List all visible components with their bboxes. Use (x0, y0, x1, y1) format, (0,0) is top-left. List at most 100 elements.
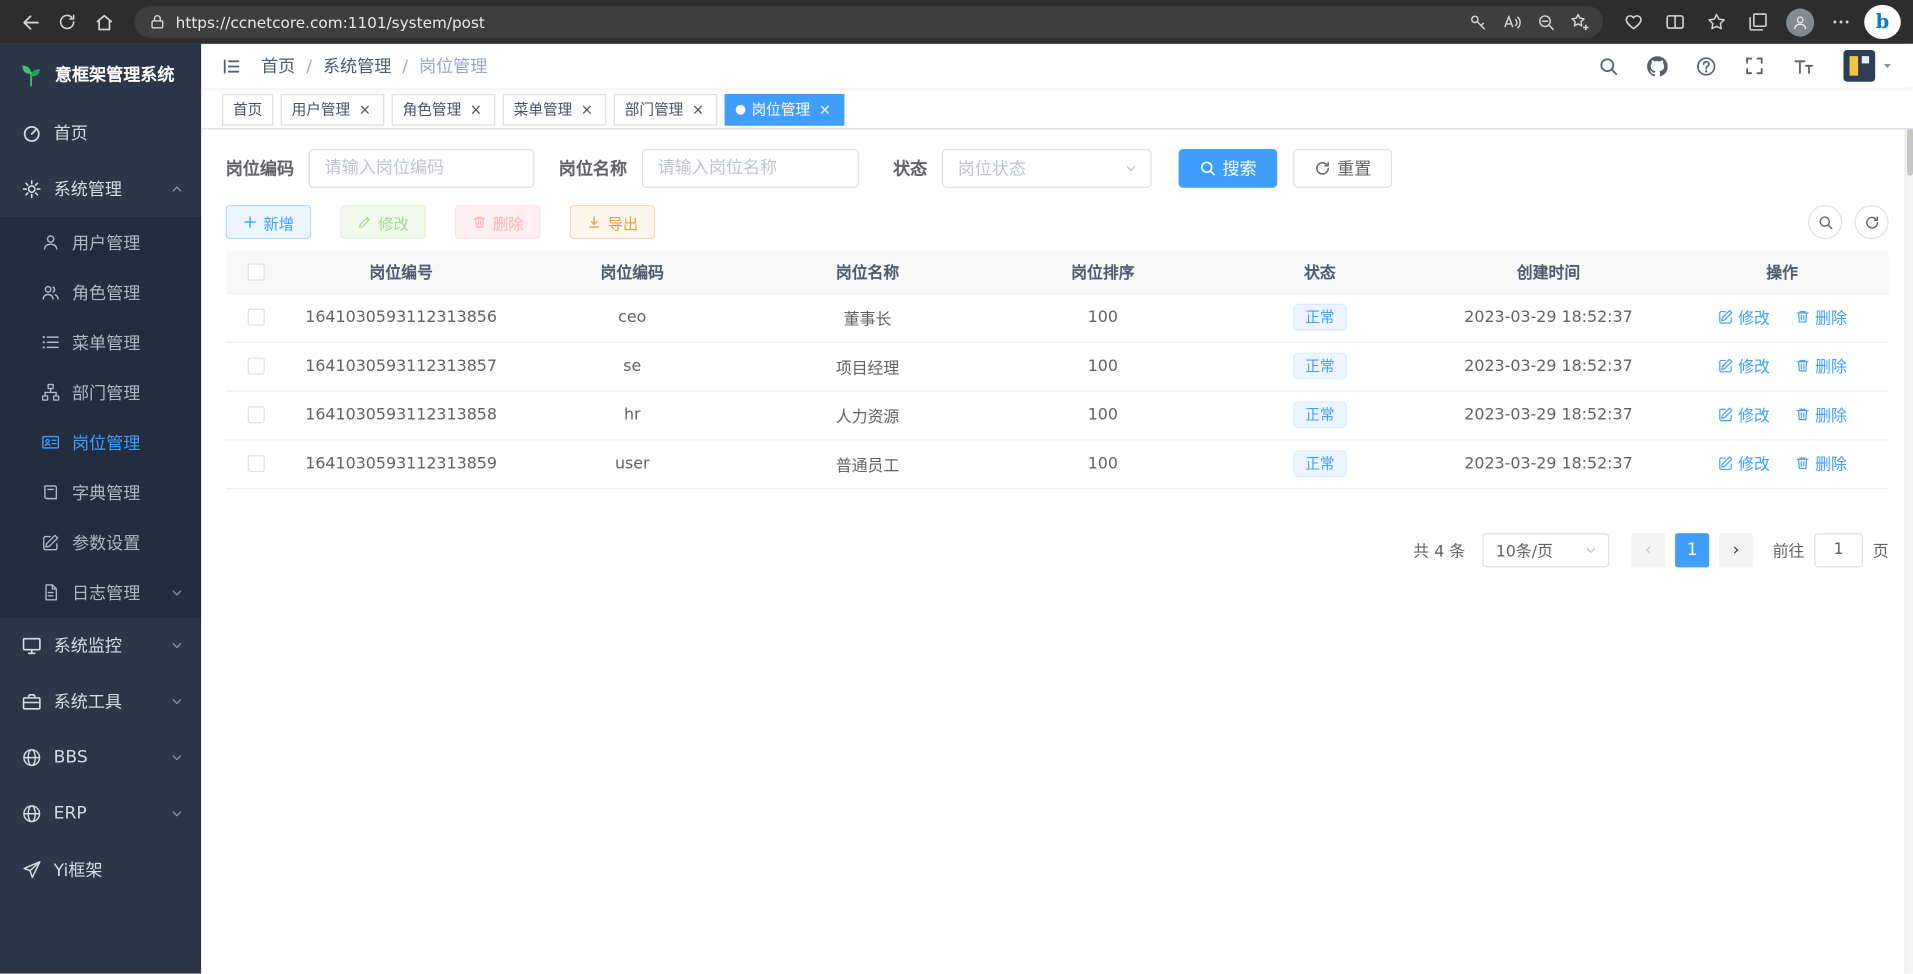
row-checkbox[interactable] (247, 309, 264, 326)
row-checkbox[interactable] (247, 406, 264, 423)
page-size-select[interactable]: 10条/页 (1482, 533, 1609, 567)
row-checkbox[interactable] (247, 455, 264, 472)
help-icon[interactable] (1692, 52, 1719, 79)
sidebar-item-log-management[interactable]: 日志管理 (0, 567, 201, 617)
browser-essentials-icon[interactable] (1615, 5, 1652, 39)
sidebar-item-home[interactable]: 首页 (0, 105, 201, 161)
chevron-down-icon (170, 694, 185, 709)
sidebar-item-user-management[interactable]: 用户管理 (0, 217, 201, 267)
cell-actions: 修改 删除 (1676, 439, 1889, 488)
copilot-icon[interactable]: b (1864, 5, 1901, 39)
profile-avatar[interactable] (1781, 5, 1818, 39)
password-key-icon[interactable] (1462, 7, 1494, 36)
sidebar-item-post-management[interactable]: 岗位管理 (0, 417, 201, 467)
cell-post-id: 1641030593112313856 (286, 293, 517, 342)
row-delete-button[interactable]: 删除 (1794, 305, 1846, 328)
user-avatar[interactable] (1843, 50, 1893, 82)
sidebar-item-erp[interactable]: ERP (0, 786, 201, 842)
sidebar-item-role-management[interactable]: 角色管理 (0, 267, 201, 317)
tab-close-icon[interactable] (816, 101, 833, 118)
tab-close-icon[interactable] (578, 101, 595, 118)
breadcrumb-home[interactable]: 首页 (261, 54, 295, 78)
cell-post-name: 项目经理 (748, 342, 987, 391)
tab-department-management[interactable]: 部门管理 (614, 93, 718, 125)
tab-close-icon[interactable] (689, 101, 706, 118)
browser-back-button[interactable] (12, 5, 49, 39)
cell-post-name: 董事长 (748, 293, 987, 342)
sidebar-item-department-management[interactable]: 部门管理 (0, 367, 201, 417)
font-size-icon[interactable] (1790, 52, 1817, 79)
row-checkbox[interactable] (247, 357, 264, 374)
page-content: 岗位编码 岗位名称 状态 岗位状态 搜索 重置 (201, 129, 1913, 974)
header-search-icon[interactable] (1595, 52, 1622, 79)
page-number-button[interactable]: 1 (1675, 533, 1709, 567)
header-status: 状态 (1218, 251, 1421, 292)
chevron-down-icon (170, 585, 185, 600)
reset-button[interactable]: 重置 (1293, 149, 1392, 188)
collections-icon[interactable] (1740, 5, 1777, 39)
refresh-table-button[interactable] (1854, 205, 1888, 239)
breadcrumb-system[interactable]: 系统管理 (295, 54, 391, 78)
row-delete-button[interactable]: 删除 (1794, 451, 1846, 474)
browser-home-button[interactable] (85, 5, 122, 39)
split-screen-icon[interactable] (1657, 5, 1694, 39)
globe-icon (22, 804, 42, 824)
browser-menu-icon[interactable] (1823, 5, 1860, 39)
search-button[interactable]: 搜索 (1179, 149, 1278, 188)
cell-post-sort: 100 (987, 342, 1218, 391)
toggle-search-button[interactable] (1808, 205, 1842, 239)
status-select[interactable]: 岗位状态 (942, 149, 1152, 188)
tab-home[interactable]: 首页 (222, 93, 273, 125)
fullscreen-icon[interactable] (1741, 52, 1768, 79)
table-row: 1641030593112313856 ceo 董事长 100 正常 2023-… (226, 293, 1889, 342)
sidebar-item-menu-management[interactable]: 菜单管理 (0, 317, 201, 367)
favorites-icon[interactable] (1698, 5, 1735, 39)
row-delete-button[interactable]: 删除 (1794, 354, 1846, 377)
browser-refresh-button[interactable] (49, 5, 86, 39)
sidebar-collapse-button[interactable] (221, 56, 242, 77)
sidebar-item-dict-management[interactable]: 字典管理 (0, 467, 201, 517)
page-scrollbar[interactable] (1904, 44, 1913, 974)
row-edit-button[interactable]: 修改 (1717, 451, 1769, 474)
next-page-button[interactable]: › (1719, 533, 1753, 567)
zoom-out-icon[interactable] (1530, 7, 1562, 36)
tab-post-management[interactable]: 岗位管理 (725, 93, 845, 125)
sidebar-item-system-tools[interactable]: 系统工具 (0, 673, 201, 729)
post-name-input[interactable] (642, 149, 859, 188)
read-aloud-icon[interactable] (1496, 7, 1528, 36)
sidebar-item-system-monitor[interactable]: 系统监控 (0, 617, 201, 673)
address-bar[interactable]: https://ccnetcore.com:1101/system/post (134, 6, 1603, 38)
tab-close-icon[interactable] (467, 101, 484, 118)
goto-label: 前往 (1773, 538, 1805, 561)
add-favorite-icon[interactable] (1564, 7, 1596, 36)
url-text[interactable]: https://ccnetcore.com:1101/system/post (176, 13, 1462, 31)
github-icon[interactable] (1643, 52, 1670, 79)
goto-page-input[interactable] (1814, 533, 1863, 567)
select-all-checkbox[interactable] (247, 263, 264, 280)
filter-bar: 岗位编码 岗位名称 状态 岗位状态 搜索 重置 (226, 149, 1889, 188)
add-button[interactable]: 新增 (226, 205, 311, 239)
site-lock-icon[interactable] (149, 13, 166, 30)
plus-icon (243, 215, 258, 230)
row-edit-button[interactable]: 修改 (1717, 305, 1769, 328)
sidebar-item-parameter-settings[interactable]: 参数设置 (0, 517, 201, 567)
row-edit-button[interactable]: 修改 (1717, 403, 1769, 426)
row-edit-button[interactable]: 修改 (1717, 354, 1769, 377)
delete-button: 删除 (455, 205, 540, 239)
edit-icon (1717, 309, 1733, 325)
header-post-code: 岗位编码 (517, 251, 748, 292)
tab-role-management[interactable]: 角色管理 (392, 93, 496, 125)
tab-menu-management[interactable]: 菜单管理 (503, 93, 607, 125)
export-button[interactable]: 导出 (570, 205, 655, 239)
tab-user-management[interactable]: 用户管理 (281, 93, 385, 125)
app-logo[interactable]: 意框架管理系统 (0, 44, 201, 105)
post-code-input[interactable] (309, 149, 535, 188)
prev-page-button[interactable]: ‹ (1631, 533, 1665, 567)
sidebar-item-bbs[interactable]: BBS (0, 730, 201, 786)
edit-icon (41, 533, 59, 551)
book-icon (41, 483, 59, 501)
sidebar-item-system-management[interactable]: 系统管理 (0, 161, 201, 217)
row-delete-button[interactable]: 删除 (1794, 403, 1846, 426)
sidebar-item-yi-framework[interactable]: Yi框架 (0, 842, 201, 898)
tab-close-icon[interactable] (356, 101, 373, 118)
